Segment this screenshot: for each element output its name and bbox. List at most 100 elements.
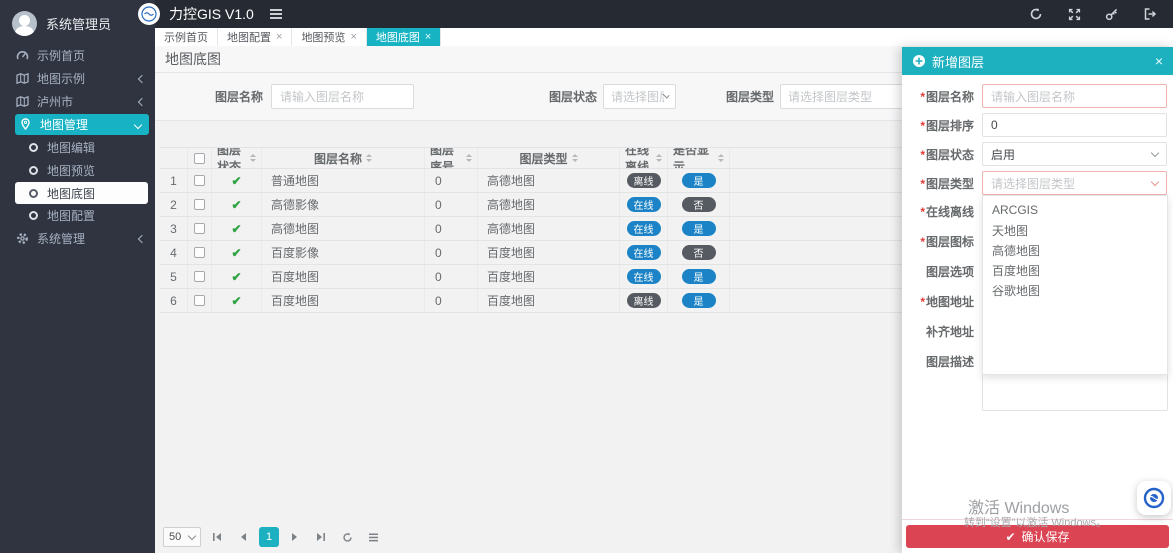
map-pin-icon — [19, 118, 32, 131]
header-visible[interactable]: 是否显示 — [668, 148, 730, 168]
layer-name-input[interactable]: 请输入图层名称 — [271, 84, 414, 109]
filter-type-label: 图层类型 — [726, 88, 774, 105]
user-name: 系统管理员 — [46, 14, 111, 33]
row-index: 3 — [160, 217, 188, 240]
sidebar-item-map-preview[interactable]: 地图预览 — [0, 159, 155, 182]
dropdown-option-gaode[interactable]: 高德地图 — [983, 240, 1167, 260]
close-icon[interactable]: × — [350, 32, 356, 43]
first-page-button[interactable] — [207, 527, 227, 547]
sidebar-item-map-manage[interactable]: 地图管理 — [15, 114, 149, 135]
floating-logo-button[interactable] — [1137, 481, 1171, 515]
next-page-button[interactable] — [285, 527, 305, 547]
circle-icon — [29, 166, 38, 175]
tab-home[interactable]: 示例首页 — [155, 28, 218, 46]
row-index: 4 — [160, 241, 188, 264]
row-index: 6 — [160, 289, 188, 312]
prev-page-button[interactable] — [233, 527, 253, 547]
status-badge: 离线 — [627, 293, 661, 308]
sidebar-item-label: 系统管理 — [37, 230, 85, 247]
cell-online: 在线 — [620, 241, 668, 264]
layer-status-field[interactable]: 启用 — [982, 142, 1167, 166]
field-label: 图层名称 — [908, 88, 974, 105]
tab-label: 地图配置 — [227, 29, 271, 45]
user-profile[interactable]: 系统管理员 — [0, 0, 155, 38]
dropdown-option-arcgis[interactable]: ARCGIS — [983, 200, 1167, 220]
header-order[interactable]: 图层序号 — [425, 148, 478, 168]
modal-footer: ✔ 确认保存 — [902, 519, 1173, 553]
chevron-down-icon — [1151, 148, 1159, 156]
last-page-button[interactable] — [311, 527, 331, 547]
tab-label: 地图底图 — [376, 29, 420, 45]
row-checkbox[interactable] — [188, 193, 212, 216]
dropdown-option-baidu[interactable]: 百度地图 — [983, 260, 1167, 280]
row-checkbox[interactable] — [188, 241, 212, 264]
columns-list-icon[interactable] — [363, 527, 383, 547]
sort-icon — [572, 154, 578, 162]
tab-map-config[interactable]: 地图配置 × — [218, 28, 292, 46]
layer-type-field[interactable]: 请选择图层类型 — [982, 171, 1167, 195]
dropdown-option-google[interactable]: 谷歌地图 — [983, 280, 1167, 300]
status-check-icon: ✔ — [212, 265, 262, 288]
field-label: 在线离线 — [908, 203, 974, 220]
sort-icon — [718, 154, 724, 162]
row-checkbox[interactable] — [188, 289, 212, 312]
logout-icon[interactable] — [1143, 7, 1157, 21]
tab-label: 地图预览 — [301, 29, 345, 45]
chevron-down-icon — [1151, 177, 1159, 185]
sidebar-item-luzhou[interactable]: 泸州市 — [0, 90, 155, 113]
cell-name: 百度地图 — [262, 289, 425, 312]
pagination: 50 1 — [163, 527, 383, 547]
fullscreen-icon[interactable] — [1067, 7, 1081, 21]
layer-order-field[interactable]: 0 — [982, 113, 1167, 137]
close-icon[interactable]: × — [425, 32, 431, 43]
row-checkbox[interactable] — [188, 217, 212, 240]
cell-name: 百度影像 — [262, 241, 425, 264]
cell-type: 百度地图 — [478, 289, 620, 312]
current-page-button[interactable]: 1 — [259, 527, 279, 547]
row-index: 2 — [160, 193, 188, 216]
cell-visible: 是 — [668, 169, 730, 192]
sidebar-item-map-edit[interactable]: 地图编辑 — [0, 136, 155, 159]
close-icon[interactable]: × — [1155, 53, 1163, 69]
key-icon[interactable] — [1105, 7, 1119, 21]
hamburger-menu-icon[interactable] — [270, 9, 282, 19]
header-type[interactable]: 图层类型 — [478, 148, 620, 168]
sidebar-item-label: 地图编辑 — [47, 139, 95, 156]
refresh-table-icon[interactable] — [337, 527, 357, 547]
refresh-icon[interactable] — [1029, 7, 1043, 21]
sidebar-item-map-config[interactable]: 地图配置 — [0, 204, 155, 227]
dropdown-option-tianditu[interactable]: 天地图 — [983, 220, 1167, 240]
field-label: 图层图标 — [908, 233, 974, 250]
tab-map-preview[interactable]: 地图预览 × — [292, 28, 366, 46]
add-layer-modal: 新增图层 × 图层名称 请输入图层名称 图层排序 0 图层状态 启用 图层类型 … — [902, 47, 1173, 553]
row-checkbox[interactable] — [188, 169, 212, 192]
sidebar-item-label: 示例首页 — [37, 47, 85, 64]
tab-map-basemap[interactable]: 地图底图 × — [367, 28, 441, 46]
filter-name-label: 图层名称 — [215, 88, 263, 105]
header-name[interactable]: 图层名称 — [262, 148, 425, 168]
confirm-save-button[interactable]: ✔ 确认保存 — [906, 525, 1169, 548]
header-status[interactable]: 图层状态 — [212, 148, 262, 168]
sidebar-item-home[interactable]: 示例首页 — [0, 44, 155, 67]
close-icon[interactable]: × — [276, 32, 282, 43]
sort-icon — [656, 154, 662, 162]
page-size-select[interactable]: 50 — [163, 527, 201, 547]
row-checkbox[interactable] — [188, 265, 212, 288]
sidebar-item-map-basemap[interactable]: 地图底图 — [15, 182, 148, 204]
chevron-down-icon — [188, 531, 196, 539]
modal-header: 新增图层 × — [902, 47, 1173, 75]
select-all-checkbox[interactable] — [188, 148, 212, 168]
header-online[interactable]: 在线离线 — [620, 148, 668, 168]
layer-name-field[interactable]: 请输入图层名称 — [982, 84, 1167, 108]
status-badge: 是 — [682, 269, 716, 284]
status-badge: 否 — [682, 197, 716, 212]
sidebar-item-system-manage[interactable]: 系统管理 — [0, 227, 155, 250]
layer-status-select[interactable]: 请选择图层状态 — [603, 84, 676, 109]
sidebar-item-map-demo[interactable]: 地图示例 — [0, 67, 155, 90]
cell-visible: 是 — [668, 265, 730, 288]
field-layer-type: 图层类型 请选择图层类型 — [908, 171, 1167, 195]
app-logo — [138, 3, 160, 25]
layer-type-dropdown: ARCGIS 天地图 高德地图 百度地图 谷歌地图 — [982, 195, 1168, 375]
circle-icon — [29, 189, 38, 198]
field-label: 图层排序 — [908, 117, 974, 134]
